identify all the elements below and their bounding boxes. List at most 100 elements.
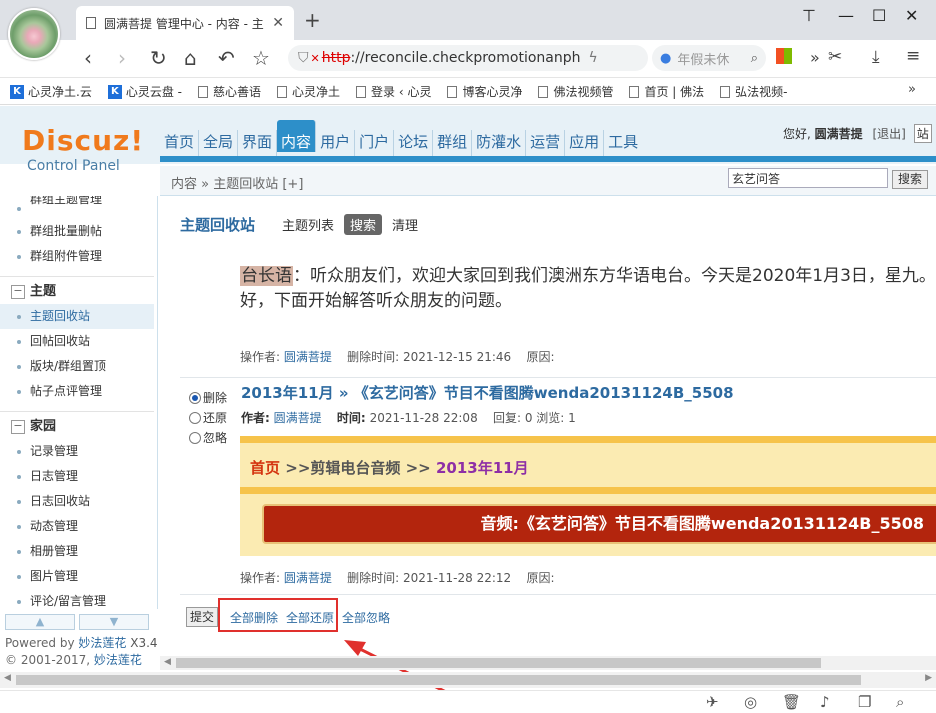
- scrollbar-thumb[interactable]: [16, 675, 861, 685]
- nav-tools[interactable]: 工具: [604, 130, 642, 156]
- trash-icon[interactable]: 🗑: [782, 693, 801, 711]
- sidebar-section-home[interactable]: 家园: [0, 414, 154, 439]
- nav-antispam[interactable]: 防灌水: [472, 130, 527, 156]
- page-horizontal-scrollbar[interactable]: ◀ ▶: [0, 672, 936, 688]
- forward-icon[interactable]: ›: [118, 46, 126, 70]
- nav-global[interactable]: 全局: [199, 130, 239, 156]
- nav-portal[interactable]: 门户: [355, 130, 395, 156]
- subnav-search[interactable]: 搜索: [344, 214, 383, 235]
- ignore-all-link[interactable]: 全部忽略: [342, 609, 390, 626]
- copyright-brand-link[interactable]: 妙法莲花: [94, 653, 142, 667]
- apps-grid-icon[interactable]: [776, 48, 792, 64]
- scroll-up-icon[interactable]: ▲: [5, 614, 75, 630]
- powered-brand-link[interactable]: 妙法莲花: [78, 636, 126, 650]
- nav-groups[interactable]: 群组: [433, 130, 473, 156]
- breadcrumb-add[interactable]: [+]: [282, 177, 303, 192]
- scroll-left-icon[interactable]: ◀: [164, 657, 171, 667]
- minimize-icon[interactable]: —: [838, 6, 854, 25]
- radio-restore[interactable]: 还原: [189, 408, 227, 428]
- menu-icon[interactable]: ≡: [906, 46, 920, 66]
- embed-home-link[interactable]: 首页: [250, 459, 280, 477]
- nav-apps[interactable]: 应用: [565, 130, 605, 156]
- bookmarks-more-icon[interactable]: »: [908, 82, 916, 97]
- sidebar-item-records[interactable]: 记录管理: [0, 439, 154, 464]
- radio-delete[interactable]: 删除: [189, 388, 227, 408]
- nav-forum[interactable]: 论坛: [394, 130, 434, 156]
- sidebar-item-comments[interactable]: 评论/留言管理: [0, 589, 154, 609]
- bookmark-item[interactable]: K 心灵净土.云: [10, 83, 92, 100]
- bookmark-item[interactable]: 首页 | 佛法: [629, 83, 704, 100]
- site-link-cut[interactable]: 站: [913, 124, 932, 143]
- sidebar-item-group-batch-delete[interactable]: 群组批量删帖: [0, 219, 154, 244]
- zoom-icon[interactable]: ⌕: [896, 693, 904, 711]
- scroll-right-icon[interactable]: ▶: [925, 673, 932, 683]
- nav-home[interactable]: 首页: [160, 130, 200, 156]
- operator-link[interactable]: 圆满菩提: [284, 350, 332, 364]
- subnav-clean[interactable]: 清理: [392, 215, 418, 234]
- browser-search-box[interactable]: ● 年假未休 ⌕: [652, 45, 766, 71]
- content-horizontal-scrollbar[interactable]: ◀: [160, 656, 936, 670]
- bookmark-item[interactable]: 博客心灵净: [447, 83, 522, 100]
- back-icon[interactable]: ‹: [84, 46, 92, 70]
- bookmark-item[interactable]: 心灵净土: [277, 83, 340, 100]
- submit-button[interactable]: 提交: [186, 607, 218, 627]
- logo[interactable]: Discuz!: [22, 124, 144, 157]
- tab-close-icon[interactable]: ✕: [272, 15, 284, 31]
- page-icon: [86, 17, 96, 29]
- refresh-circle-icon[interactable]: ◎: [744, 693, 757, 711]
- bookmark-item[interactable]: 登录 ‹ 心灵: [356, 83, 431, 100]
- nav-content[interactable]: 内容: [277, 120, 317, 152]
- breadcrumb-path[interactable]: 内容 » 主题回收站: [171, 177, 278, 192]
- bookmark-item[interactable]: 弘法视频-: [720, 83, 788, 100]
- maximize-icon[interactable]: ☐: [872, 6, 886, 25]
- scrollbar-thumb[interactable]: [176, 658, 821, 668]
- home-icon[interactable]: ⌂: [184, 46, 197, 70]
- post-title-link[interactable]: 2013年11月 » 《玄艺问答》节目不看图腾wenda20131124B_55…: [241, 382, 734, 403]
- browser-tab-active[interactable]: 圆满菩提 管理中心 - 内容 - 主 ✕: [76, 6, 294, 40]
- operator-link[interactable]: 圆满菩提: [284, 571, 332, 585]
- subnav-topic-list[interactable]: 主题列表: [282, 215, 334, 234]
- sidebar-item-log-recycle[interactable]: 日志回收站: [0, 489, 154, 514]
- sidebar-section-topics[interactable]: 主题: [0, 279, 154, 304]
- sidebar-item-pictures[interactable]: 图片管理: [0, 564, 154, 589]
- embed-month-link[interactable]: 2013年11月: [436, 459, 529, 477]
- admin-search-button[interactable]: 搜索: [892, 170, 928, 189]
- speaker-icon[interactable]: ♪: [820, 693, 830, 711]
- nav-users[interactable]: 用户: [316, 130, 356, 156]
- sidebar-item-albums[interactable]: 相册管理: [0, 539, 154, 564]
- window-icon[interactable]: ❐: [858, 693, 871, 711]
- bookmark-item[interactable]: K 心灵云盘 -: [107, 83, 182, 100]
- close-window-icon[interactable]: ✕: [905, 6, 918, 25]
- bookmark-item[interactable]: 佛法视频管: [538, 83, 613, 100]
- address-bar[interactable]: ⛉ ✕ http ://reconcile.checkpromotionanph…: [288, 45, 648, 71]
- nav-underline: [160, 156, 936, 162]
- reload-icon[interactable]: ↻: [150, 46, 167, 70]
- logout-link[interactable]: [退出]: [873, 127, 906, 141]
- scroll-down-icon[interactable]: ▼: [79, 614, 149, 630]
- download-icon[interactable]: ⤓: [872, 47, 880, 67]
- new-tab-icon[interactable]: +: [304, 8, 321, 32]
- nav-interface[interactable]: 界面: [238, 130, 278, 156]
- sidebar-item-logs[interactable]: 日志管理: [0, 464, 154, 489]
- nav-operations[interactable]: 运营: [526, 130, 566, 156]
- sidebar-item-topic-recycle[interactable]: 主题回收站: [0, 304, 154, 329]
- admin-search-input[interactable]: [728, 168, 888, 188]
- bookmark-item[interactable]: 慈心善语: [197, 83, 261, 100]
- author-link[interactable]: 圆满菩提: [274, 411, 322, 425]
- sidebar-item-feeds[interactable]: 动态管理: [0, 514, 154, 539]
- sidebar-item-group-topics[interactable]: 群组主题管理: [0, 196, 154, 211]
- scissors-icon[interactable]: ✂: [828, 47, 842, 67]
- sidebar-item-reply-recycle[interactable]: 回帖回收站: [0, 329, 154, 354]
- radio-ignore[interactable]: 忽略: [189, 428, 227, 448]
- sidebar-item-group-attachments[interactable]: 群组附件管理: [0, 244, 154, 269]
- sidebar-item-post-comments[interactable]: 帖子点评管理: [0, 379, 154, 404]
- undo-icon[interactable]: ↶: [218, 46, 235, 70]
- rocket-icon[interactable]: ✈: [706, 693, 719, 711]
- search-icon[interactable]: ⌕: [751, 51, 758, 66]
- star-icon[interactable]: ☆: [252, 46, 270, 70]
- scroll-left-icon[interactable]: ◀: [4, 673, 11, 683]
- browser-profile-avatar[interactable]: [8, 8, 60, 60]
- sidebar-item-sticky[interactable]: 版块/群组置顶: [0, 354, 154, 379]
- more-extensions-icon[interactable]: »: [810, 48, 820, 67]
- tshirt-skin-icon[interactable]: ⊤: [802, 6, 816, 25]
